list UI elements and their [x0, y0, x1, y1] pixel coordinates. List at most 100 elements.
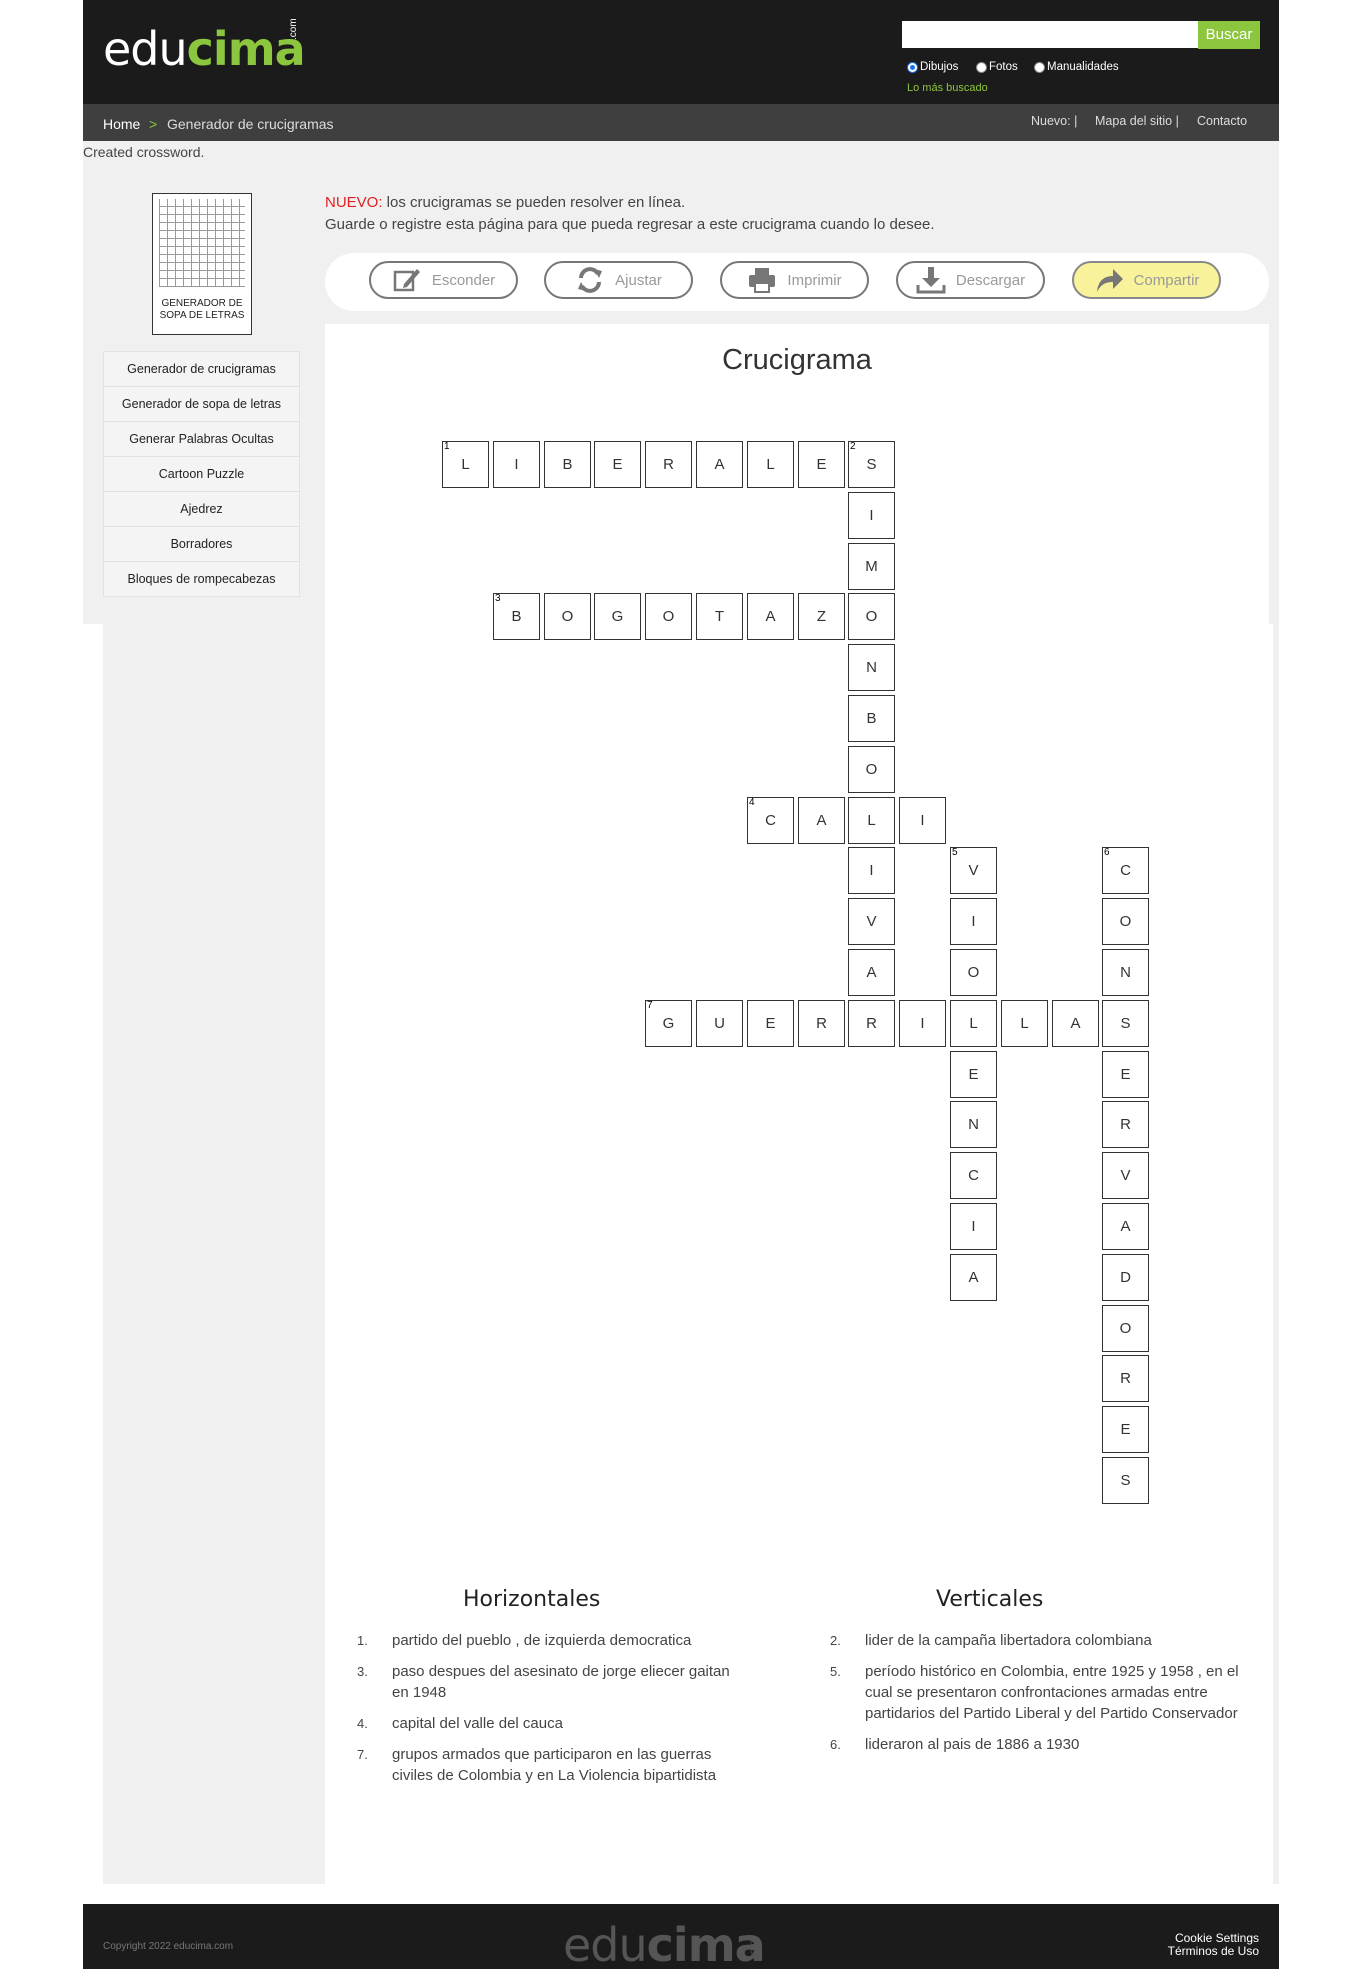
crossword-cell[interactable]: O: [848, 593, 895, 640]
footer-logo[interactable]: educima: [563, 1918, 766, 1972]
crossword-cell[interactable]: A: [950, 1254, 997, 1301]
crossword-cell[interactable]: V5: [950, 847, 997, 894]
crossword-cell[interactable]: A: [696, 441, 743, 488]
crossword-cell[interactable]: V: [848, 898, 895, 945]
crossword-cell[interactable]: A: [848, 949, 895, 996]
crossword-cell[interactable]: M: [848, 543, 895, 590]
nav-new[interactable]: Nuevo: |: [1031, 114, 1077, 128]
nav-sitemap[interactable]: Mapa del sitio |: [1095, 114, 1179, 128]
crossword-cell[interactable]: E: [747, 1000, 794, 1047]
cell-letter: E: [1120, 1421, 1131, 1438]
hide-button[interactable]: Esconder: [369, 261, 518, 299]
radio-fotos[interactable]: Fotos: [976, 61, 1018, 73]
crossword-cell[interactable]: Z: [798, 593, 845, 640]
crossword-cell[interactable]: A: [1052, 1000, 1099, 1047]
search-button[interactable]: Buscar: [1198, 21, 1260, 49]
crossword-cell[interactable]: O: [1102, 898, 1149, 945]
crossword-cell[interactable]: R: [645, 441, 692, 488]
crossword-cell[interactable]: R: [1102, 1101, 1149, 1148]
print-button[interactable]: Imprimir: [720, 261, 869, 299]
sidebar-item-cartoon-puzzle[interactable]: Cartoon Puzzle: [103, 457, 300, 492]
crossword-cell[interactable]: L: [747, 441, 794, 488]
crossword-cell[interactable]: L1: [442, 441, 489, 488]
radio-manualidades[interactable]: Manualidades: [1034, 61, 1119, 73]
crossword-cell[interactable]: C: [950, 1152, 997, 1199]
adjust-button[interactable]: Ajustar: [544, 261, 693, 299]
clue-item: 5. período histórico en Colombia, entre 1…: [830, 1661, 1245, 1724]
crossword-cell[interactable]: A: [798, 797, 845, 844]
crossword-cell[interactable]: G7: [645, 1000, 692, 1047]
sidebar-item-crossword-generator[interactable]: Generador de crucigramas: [103, 351, 300, 387]
sidebar-item-puzzle-blocks[interactable]: Bloques de rompecabezas: [103, 562, 300, 597]
site-logo[interactable]: educima: [103, 22, 306, 76]
down-clues-title: Verticales: [936, 1587, 1044, 1612]
crossword-cell[interactable]: N: [950, 1101, 997, 1148]
download-button[interactable]: Descargar: [896, 261, 1045, 299]
crossword-cell[interactable]: C6: [1102, 847, 1149, 894]
breadcrumb-home[interactable]: Home: [103, 116, 140, 132]
radio-selected-icon[interactable]: [907, 61, 918, 73]
share-button[interactable]: Compartir: [1072, 261, 1221, 299]
crossword-cell[interactable]: L: [1001, 1000, 1048, 1047]
word-search-generator-thumbnail[interactable]: GENERADOR DE SOPA DE LETRAS: [152, 193, 252, 335]
cell-letter: E: [968, 1066, 979, 1083]
sidebar-item-checkers[interactable]: Borradores: [103, 527, 300, 562]
crossword-cell[interactable]: S2: [848, 441, 895, 488]
crossword-cell[interactable]: E: [950, 1051, 997, 1098]
crossword-cell[interactable]: A: [747, 593, 794, 640]
crossword-cell[interactable]: I: [493, 441, 540, 488]
terms-link[interactable]: Términos de Uso: [1109, 1944, 1259, 1958]
crossword-cell[interactable]: I: [848, 492, 895, 539]
cell-letter: I: [920, 812, 925, 829]
refresh-icon: [578, 267, 603, 293]
search-input[interactable]: [902, 21, 1198, 48]
crossword-cell[interactable]: E: [1102, 1051, 1149, 1098]
nav-contact[interactable]: Contacto: [1197, 114, 1247, 128]
crossword-cell[interactable]: D: [1102, 1254, 1149, 1301]
crossword-cell[interactable]: O: [950, 949, 997, 996]
crossword-cell[interactable]: C4: [747, 797, 794, 844]
crossword-cell[interactable]: E: [594, 441, 641, 488]
crossword-cell[interactable]: L: [848, 797, 895, 844]
radio-dibujos[interactable]: Dibujos: [907, 61, 958, 73]
most-searched-link[interactable]: Lo más buscado: [907, 82, 988, 94]
crossword-cell[interactable]: O: [544, 593, 591, 640]
crossword-cell[interactable]: N: [848, 644, 895, 691]
crossword-cell[interactable]: I: [848, 847, 895, 894]
crossword-cell[interactable]: E: [1102, 1406, 1149, 1453]
crossword-cell[interactable]: B: [544, 441, 591, 488]
cell-letter: E: [765, 1015, 776, 1032]
sidebar-item-hidden-words[interactable]: Generar Palabras Ocultas: [103, 422, 300, 457]
down-clues-list: 2. lider de la campaña libertadora colomb…: [830, 1630, 1245, 1765]
crossword-cell[interactable]: T: [696, 593, 743, 640]
crossword-cell[interactable]: A: [1102, 1203, 1149, 1250]
crossword-cell[interactable]: O: [645, 593, 692, 640]
crossword-cell[interactable]: U: [696, 1000, 743, 1047]
crossword-cell[interactable]: I: [950, 898, 997, 945]
crossword-cell[interactable]: S: [1102, 1457, 1149, 1504]
cell-letter: E: [612, 456, 623, 473]
sidebar-item-chess[interactable]: Ajedrez: [103, 492, 300, 527]
crossword-cell[interactable]: S: [1102, 1000, 1149, 1047]
crossword-cell[interactable]: R: [848, 1000, 895, 1047]
thumbnail-label: GENERADOR DE SOPA DE LETRAS: [159, 298, 245, 321]
cookie-settings-link[interactable]: Cookie Settings: [1109, 1931, 1259, 1945]
radio-unselected-icon[interactable]: [976, 61, 987, 73]
crossword-cell[interactable]: B: [848, 695, 895, 742]
crossword-cell[interactable]: R: [1102, 1355, 1149, 1402]
crossword-cell[interactable]: E: [798, 441, 845, 488]
crossword-cell[interactable]: V: [1102, 1152, 1149, 1199]
crossword-cell[interactable]: G: [594, 593, 641, 640]
sidebar-item-word-search-generator[interactable]: Generador de sopa de letras: [103, 387, 300, 422]
crossword-cell[interactable]: O: [1102, 1305, 1149, 1352]
crossword-cell[interactable]: I: [950, 1203, 997, 1250]
crossword-cell[interactable]: R: [798, 1000, 845, 1047]
crossword-cell[interactable]: O: [848, 746, 895, 793]
cell-letter: E: [1120, 1066, 1131, 1083]
radio-unselected-icon[interactable]: [1034, 61, 1045, 73]
crossword-cell[interactable]: N: [1102, 949, 1149, 996]
crossword-cell[interactable]: I: [899, 797, 946, 844]
crossword-cell[interactable]: B3: [493, 593, 540, 640]
crossword-cell[interactable]: I: [899, 1000, 946, 1047]
crossword-cell[interactable]: L: [950, 1000, 997, 1047]
